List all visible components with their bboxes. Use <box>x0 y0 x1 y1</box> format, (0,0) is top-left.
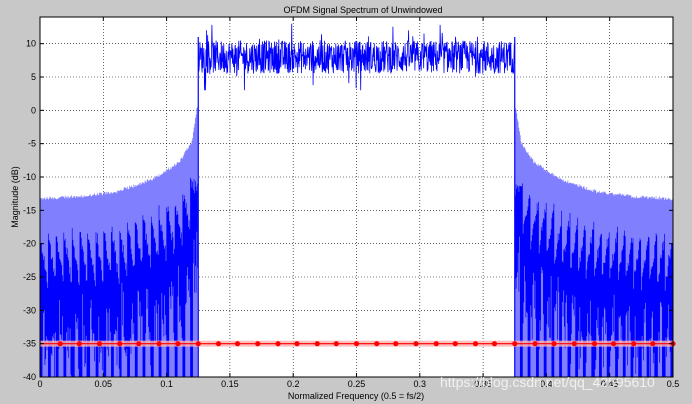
y-tick-label: -40 <box>23 372 36 382</box>
marker-point <box>433 341 439 347</box>
chart-title: OFDM Signal Spectrum of Unwindowed <box>283 5 442 15</box>
x-tick-label: 0.5 <box>667 379 680 389</box>
x-tick-label: 0.2 <box>287 379 300 389</box>
marker-point <box>215 341 222 347</box>
marker-point <box>512 341 518 347</box>
x-tick-label: 0.3 <box>414 379 427 389</box>
marker-point <box>294 341 300 347</box>
x-tick-label: 0 <box>37 379 42 389</box>
marker-point <box>333 341 339 347</box>
marker-point <box>314 341 320 347</box>
marker-point <box>532 341 538 347</box>
marker-point <box>452 341 458 347</box>
marker-point <box>491 341 498 347</box>
marker-point <box>472 341 479 347</box>
watermark-text: https://blog.csdn.net/qq_42595610 <box>440 374 655 390</box>
y-tick-label: -30 <box>23 305 36 315</box>
marker-point <box>374 341 380 347</box>
marker-point <box>255 341 261 347</box>
marker-point <box>234 341 241 347</box>
marker-point <box>136 341 142 347</box>
x-axis-label: Normalized Frequency (0.5 = fs/2) <box>288 391 424 401</box>
marker-point <box>156 341 162 347</box>
marker-point <box>353 341 360 347</box>
y-axis-label: Magnitude (dB) <box>10 166 20 228</box>
marker-point <box>393 341 399 347</box>
chart-figure: OFDM Signal Spectrum of Unwindowed 0 0.05… <box>0 0 692 404</box>
y-tick-label: 5 <box>31 72 36 82</box>
marker-point <box>175 341 181 347</box>
y-tick-label: 10 <box>26 39 36 49</box>
marker-point <box>551 341 557 347</box>
y-tick-label: -10 <box>23 172 36 182</box>
x-tick-label: 0.05 <box>95 379 113 389</box>
y-tick-label: -35 <box>23 339 36 349</box>
marker-point <box>117 341 123 347</box>
marker-point <box>57 341 63 347</box>
x-tick-label: 0.1 <box>160 379 173 389</box>
marker-point <box>96 341 103 347</box>
marker-point <box>591 341 598 347</box>
x-tick-label: 0.25 <box>348 379 366 389</box>
marker-point <box>413 341 419 347</box>
y-tick-label: -15 <box>23 205 36 215</box>
x-tick-label: 0.15 <box>221 379 239 389</box>
marker-point <box>76 341 82 347</box>
y-tick-label: -25 <box>23 272 36 282</box>
marker-line-series <box>40 340 676 347</box>
marker-point <box>571 341 577 347</box>
y-tick-label: 0 <box>31 105 36 115</box>
y-tick-label: -5 <box>28 139 36 149</box>
marker-point <box>610 341 617 347</box>
marker-point <box>650 341 656 347</box>
marker-point <box>631 341 637 347</box>
marker-point <box>195 341 201 347</box>
marker-point <box>275 341 281 347</box>
y-tick-label: -20 <box>23 239 36 249</box>
